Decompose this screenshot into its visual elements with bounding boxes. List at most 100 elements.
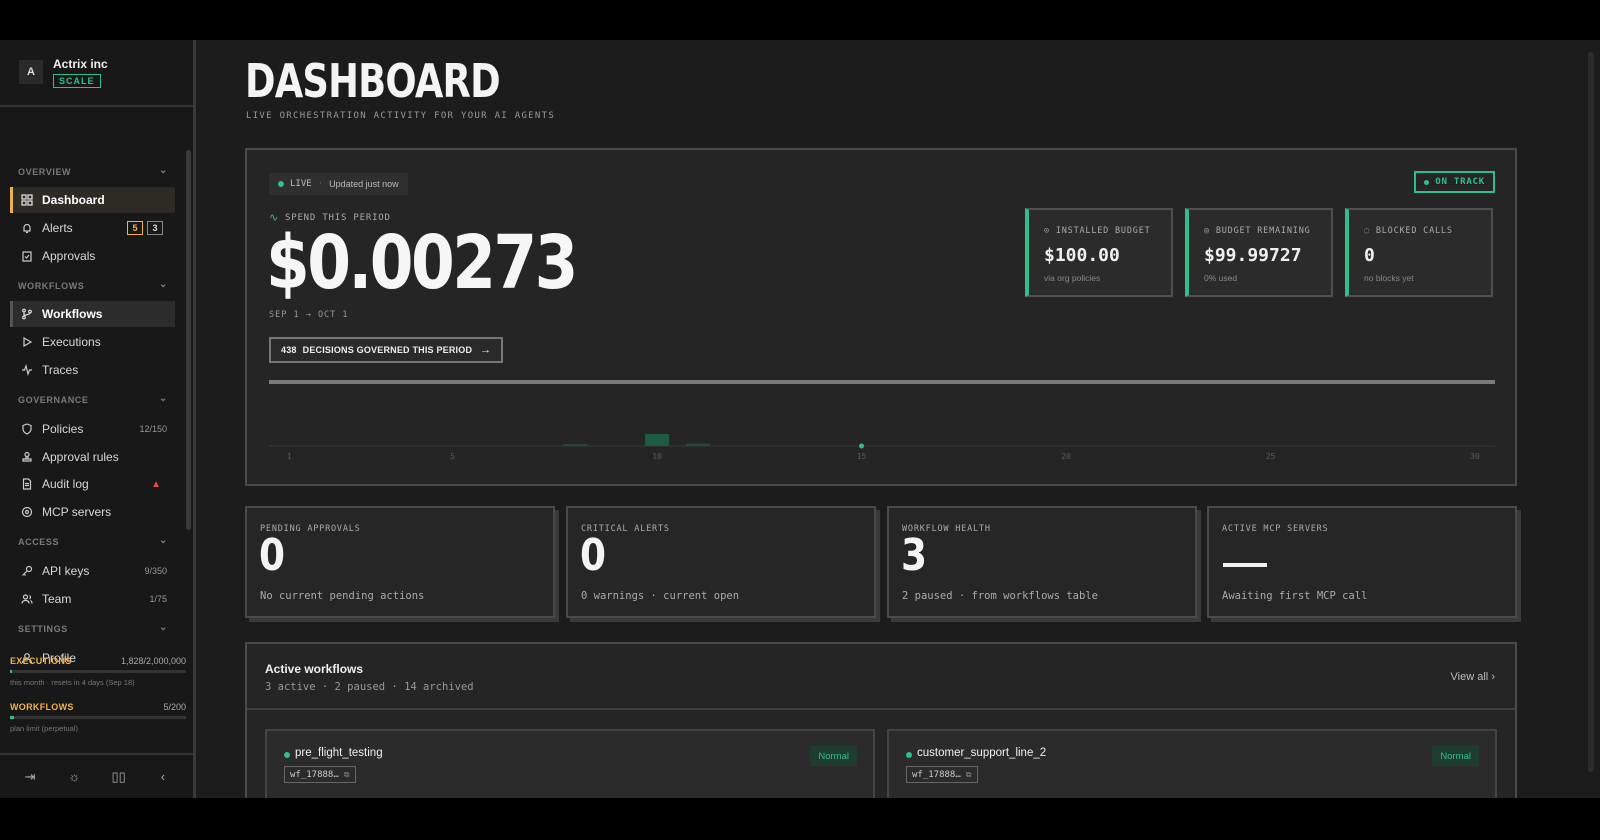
usage-bar-fill: [10, 716, 15, 719]
workflow-id-chip[interactable]: wf_17888… ⧉: [284, 766, 356, 783]
chevron-right-icon: ›: [1491, 671, 1495, 683]
chevron-down-icon: ⌄: [159, 165, 168, 176]
sidebar-item-executions[interactable]: Executions: [10, 329, 175, 355]
kpi-label-text: BLOCKED CALLS: [1375, 226, 1453, 236]
section-overview[interactable]: OVERVIEW ⌄: [18, 165, 168, 177]
divider: [247, 708, 1515, 710]
sidebar-item-label: Alerts: [42, 221, 73, 235]
copy-icon[interactable]: ⧉: [344, 770, 350, 780]
section-label: SETTINGS: [18, 624, 68, 634]
decisions-governed-button[interactable]: 438 DECISIONS GOVERNED THIS PERIOD →: [269, 337, 504, 363]
updated-text: Updated just now: [329, 179, 399, 189]
page-scrollbar[interactable]: [1588, 52, 1594, 772]
stat-caption: 0 warnings · current open: [581, 590, 740, 602]
chart-point[interactable]: [859, 443, 865, 449]
play-icon: [20, 335, 34, 349]
sidebar-item-label: Dashboard: [42, 193, 105, 207]
sidebar-item-alerts[interactable]: Alerts 5 3: [10, 215, 175, 241]
sidebar-item-label: Workflows: [42, 307, 103, 321]
x-tick-label: 1: [287, 452, 292, 461]
chevron-down-icon: ⌄: [159, 393, 168, 404]
sidebar-item-approval-rules[interactable]: Approval rules: [10, 444, 175, 470]
x-tick-label: 10: [652, 452, 662, 461]
logout-icon[interactable]: ⇥: [18, 769, 42, 785]
live-label: LIVE: [290, 179, 312, 189]
stat-active-mcp-servers[interactable]: ACTIVE MCP SERVERS Awaiting first MCP ca…: [1207, 506, 1517, 618]
sidebar-footer: ⇥ ☼ ▯▯ ‹: [0, 753, 193, 798]
x-tick-label: 30: [1470, 452, 1480, 461]
app-window: A Actrix inc SCALE OVERVIEW ⌄ Dashboard …: [0, 40, 1600, 798]
page-title: DASHBOARD: [245, 54, 501, 108]
bell-icon: [20, 221, 34, 235]
live-dot-icon: [278, 181, 284, 187]
docs-book-icon[interactable]: ▯▯: [107, 769, 131, 785]
section-label: OVERVIEW: [18, 167, 72, 177]
kpi-label: ◌ BLOCKED CALLS: [1364, 226, 1453, 236]
section-workflows[interactable]: WORKFLOWS ⌄: [18, 279, 168, 291]
theme-toggle-icon[interactable]: ☼: [62, 769, 86, 784]
sidebar-item-policies[interactable]: Policies 12/150: [10, 416, 175, 442]
sidebar-item-label: Approvals: [42, 249, 96, 263]
status-label: ON TRACK: [1435, 177, 1485, 187]
sidebar-item-team[interactable]: Team 1/75: [10, 586, 175, 612]
kpi-value: $100.00: [1044, 245, 1120, 266]
alerts-warning-badge: 5: [127, 221, 143, 235]
view-all-link[interactable]: View all ›: [1451, 671, 1495, 683]
sidebar-item-label: Traces: [42, 363, 79, 377]
sidebar-item-approvals[interactable]: Approvals: [10, 243, 175, 269]
section-governance[interactable]: GOVERNANCE ⌄: [18, 393, 168, 405]
chart-range-bar: [269, 380, 1495, 384]
stat-workflow-health[interactable]: WORKFLOW HEALTH 3 2 paused · from workfl…: [887, 506, 1197, 618]
copy-icon[interactable]: ⧉: [966, 770, 972, 780]
workflow-id-chip[interactable]: wf_17888… ⧉: [906, 766, 978, 783]
empty-value-dash: [1223, 563, 1267, 567]
section-access[interactable]: ACCESS ⌄: [18, 535, 168, 547]
branch-icon: [20, 307, 34, 321]
sidebar-scrollbar[interactable]: [186, 150, 191, 530]
warning-icon: ▲: [151, 478, 161, 490]
separator: ·: [317, 179, 324, 189]
chevron-down-icon: ⌄: [159, 279, 168, 290]
x-tick-label: 20: [1061, 452, 1071, 461]
sidebar-item-label: Policies: [42, 422, 84, 436]
usage-caption: this month · resets in 4 days (Sep 18): [10, 678, 135, 687]
x-tick-label: 25: [1266, 452, 1276, 461]
x-tick-label: 15: [857, 452, 867, 461]
chart-bar[interactable]: [685, 443, 710, 446]
view-all-label: View all: [1450, 671, 1489, 683]
workflow-card[interactable]: customer_support_line_2 wf_17888… ⧉ Norm…: [887, 729, 1497, 798]
chart-bar[interactable]: [563, 444, 588, 446]
workflows-summary: 3 active · 2 paused · 14 archived: [265, 681, 474, 693]
spend-value: $0.00273: [266, 220, 578, 306]
workflow-id: wf_17888…: [290, 769, 339, 780]
status-badge: ON TRACK: [1414, 171, 1495, 193]
kpi-value: $99.99727: [1204, 245, 1302, 266]
chart-bar[interactable]: [645, 434, 670, 446]
kpi-label: ◎ BUDGET REMAINING: [1204, 226, 1311, 236]
kpi-label: ⊙ INSTALLED BUDGET: [1044, 226, 1151, 236]
stat-pending-approvals[interactable]: PENDING APPROVALS 0 No current pending a…: [245, 506, 555, 618]
sidebar-item-traces[interactable]: Traces: [10, 357, 175, 383]
org-switcher[interactable]: A Actrix inc SCALE: [0, 40, 193, 107]
sidebar-item-api-keys[interactable]: API keys 9/350: [10, 558, 175, 584]
sidebar-item-audit-log[interactable]: Audit log ▲: [10, 471, 175, 497]
sidebar-item-mcp-servers[interactable]: MCP servers: [10, 499, 175, 525]
kpi-label-text: BUDGET REMAINING: [1215, 226, 1311, 236]
stamp-icon: [20, 450, 34, 464]
collapse-sidebar-icon[interactable]: ‹: [151, 769, 175, 784]
workflow-id: wf_17888…: [912, 769, 961, 780]
stat-critical-alerts[interactable]: CRITICAL ALERTS 0 0 warnings · current o…: [566, 506, 876, 618]
active-workflows-panel: Active workflows 3 active · 2 paused · 1…: [245, 642, 1517, 798]
section-label: WORKFLOWS: [18, 281, 85, 291]
sidebar-item-dashboard[interactable]: Dashboard: [10, 187, 175, 213]
period-range: SEP 1 → OCT 1: [269, 310, 349, 320]
kpi-caption: no blocks yet: [1364, 273, 1414, 283]
workflow-card[interactable]: pre_flight_testing wf_17888… ⧉ Normal: [265, 729, 875, 798]
kpi-caption: via org policies: [1044, 273, 1101, 283]
arrow-right-icon: →: [480, 344, 492, 356]
section-settings[interactable]: SETTINGS ⌄: [18, 622, 168, 634]
workflow-tag: Normal: [810, 746, 857, 766]
usage-bar: [10, 716, 186, 719]
usage-label: WORKFLOWS: [10, 702, 74, 712]
sidebar-item-workflows[interactable]: Workflows: [10, 301, 175, 327]
